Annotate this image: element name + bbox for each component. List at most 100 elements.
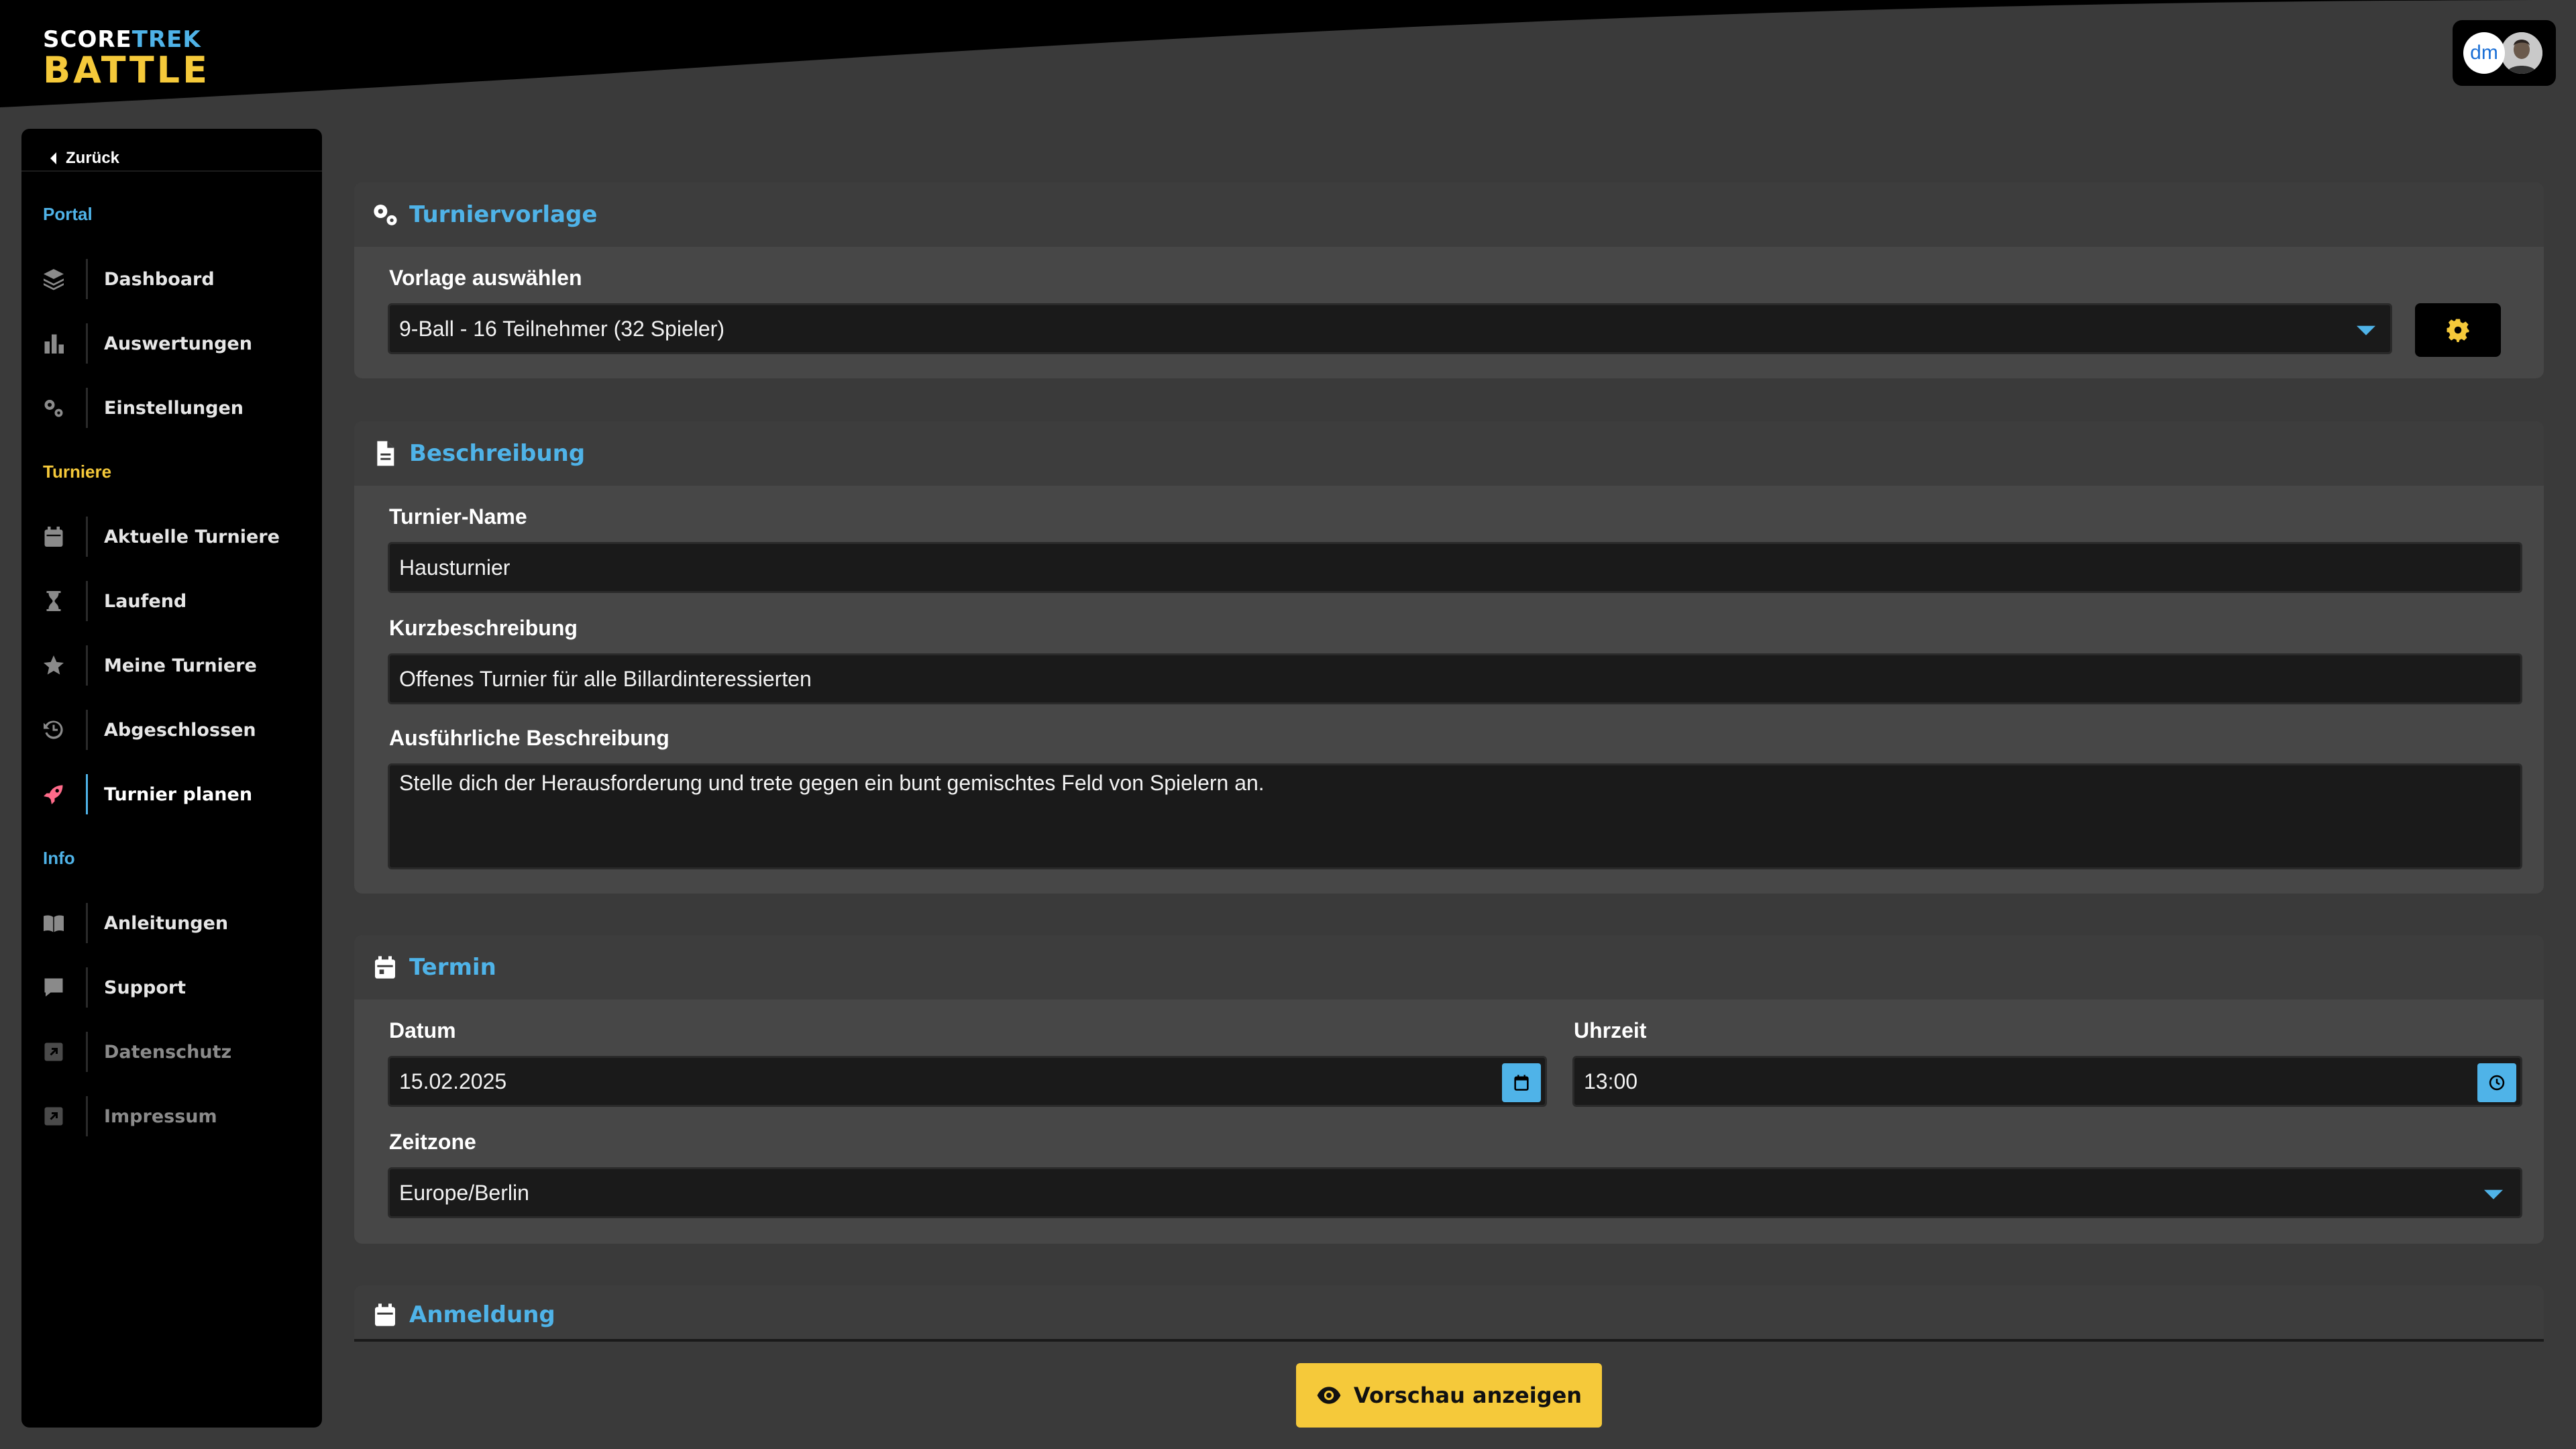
brand-avatar: dm	[2463, 32, 2505, 74]
sidebar-item-label: Meine Turniere	[104, 655, 257, 676]
sidebar-item-label: Support	[104, 977, 186, 998]
hourglass-icon	[21, 574, 86, 628]
cogs-icon	[374, 205, 397, 225]
datum-input[interactable]: 15.02.2025	[388, 1056, 1547, 1107]
sidebar-item-datenschutz[interactable]: Datenschutz	[21, 1025, 322, 1079]
sidebar: Zurück Portal Dashboard Auswertungen Ein…	[21, 129, 322, 1428]
turniervorlage-card: Turniervorlage Vorlage auswählen 9-Ball …	[354, 182, 2544, 378]
footer-divider	[354, 1339, 2544, 1342]
sidebar-item-support[interactable]: Support	[21, 961, 322, 1014]
kurzbeschreibung-value: Offenes Turnier für alle Billardinteress…	[399, 666, 812, 691]
sidebar-item-label: Aktuelle Turniere	[104, 526, 280, 547]
cogs-icon	[21, 381, 86, 435]
calendar-icon	[375, 956, 395, 979]
uhrzeit-label: Uhrzeit	[1574, 1018, 1647, 1042]
gear-icon	[2447, 319, 2469, 342]
turnier-name-label: Turnier-Name	[389, 504, 527, 529]
ausfuehrliche-beschreibung-textarea[interactable]: Stelle dich der Herausforderung und tret…	[388, 763, 2522, 869]
external-link-icon	[21, 1025, 86, 1079]
star-icon	[21, 639, 86, 692]
sidebar-item-anleitungen[interactable]: Anleitungen	[21, 896, 322, 950]
zeitzone-value: Europe/Berlin	[399, 1180, 529, 1205]
beschreibung-title: Beschreibung	[409, 440, 586, 467]
preview-button-label: Vorschau anzeigen	[1353, 1383, 1582, 1408]
datum-value: 15.02.2025	[399, 1069, 507, 1093]
logo-text-battle: BATTLE	[43, 49, 210, 91]
zeitzone-label: Zeitzone	[389, 1130, 476, 1154]
chevron-down-icon	[2484, 1189, 2503, 1199]
account-menu[interactable]: dm	[2453, 20, 2556, 86]
ausfuehrliche-beschreibung-label: Ausführliche Beschreibung	[389, 726, 669, 750]
beschreibung-card: Beschreibung Turnier-Name Hausturnier Ku…	[354, 421, 2544, 894]
sidebar-item-label: Turnier planen	[104, 784, 253, 805]
sidebar-item-label: Einstellungen	[104, 397, 244, 419]
layers-icon	[21, 252, 86, 306]
back-link-label: Zurück	[66, 149, 120, 167]
beschreibung-header: Beschreibung	[354, 421, 2544, 486]
preview-button[interactable]: Vorschau anzeigen	[1296, 1363, 1602, 1428]
sidebar-section-info: Info	[43, 848, 75, 868]
anmeldung-header: Anmeldung	[354, 1285, 2544, 1339]
rocket-icon	[21, 767, 86, 821]
anmeldung-card: Anmeldung	[354, 1285, 2544, 1339]
vorlage-select-value: 9-Ball - 16 Teilnehmer (32 Spieler)	[399, 316, 724, 341]
turniervorlage-header: Turniervorlage	[354, 182, 2544, 247]
termin-header: Termin	[354, 935, 2544, 1000]
time-picker-button[interactable]	[2477, 1063, 2516, 1102]
sidebar-section-turniere: Turniere	[43, 462, 112, 482]
user-avatar	[2501, 32, 2542, 74]
sidebar-item-impressum[interactable]: Impressum	[21, 1089, 322, 1143]
sidebar-item-label: Datenschutz	[104, 1041, 232, 1063]
sidebar-item-dashboard[interactable]: Dashboard	[21, 252, 322, 306]
vorlage-select[interactable]: 9-Ball - 16 Teilnehmer (32 Spieler)	[388, 303, 2392, 354]
chevron-down-icon	[2357, 325, 2375, 335]
bar-chart-icon	[21, 317, 86, 370]
calendar-picker-button[interactable]	[1502, 1063, 1541, 1102]
zeitzone-select[interactable]: Europe/Berlin	[388, 1167, 2522, 1218]
calendar-icon	[375, 1303, 395, 1326]
user-photo-icon	[2501, 32, 2542, 74]
turnier-name-input[interactable]: Hausturnier	[388, 542, 2522, 593]
turniervorlage-title: Turniervorlage	[409, 201, 598, 228]
kurzbeschreibung-input[interactable]: Offenes Turnier für alle Billardinteress…	[388, 653, 2522, 704]
caret-left-icon	[50, 152, 56, 164]
sidebar-item-label: Impressum	[104, 1106, 217, 1127]
sidebar-item-abgeschlossen[interactable]: Abgeschlossen	[21, 703, 322, 757]
external-link-icon	[21, 1089, 86, 1143]
clock-icon	[2489, 1075, 2505, 1091]
book-icon	[21, 896, 86, 950]
sidebar-item-label: Abgeschlossen	[104, 719, 256, 741]
ausfuehrliche-beschreibung-value: Stelle dich der Herausforderung und tret…	[399, 771, 1265, 795]
app-logo[interactable]: SCORETREK BATTLE	[43, 28, 210, 89]
termin-title: Termin	[409, 954, 496, 981]
termin-card: Termin Datum 15.02.2025 Uhrzeit 13:00 Ze…	[354, 935, 2544, 1244]
eye-icon	[1317, 1387, 1341, 1404]
calendar-small-icon	[1514, 1075, 1529, 1091]
header-background	[0, 0, 2576, 107]
uhrzeit-value: 13:00	[1584, 1069, 1638, 1093]
sidebar-item-label: Anleitungen	[104, 912, 229, 934]
sidebar-section-portal: Portal	[43, 204, 93, 224]
comment-icon	[21, 961, 86, 1014]
brand-avatar-text: dm	[2470, 42, 2498, 64]
sidebar-item-label: Auswertungen	[104, 333, 252, 354]
sidebar-item-laufend[interactable]: Laufend	[21, 574, 322, 628]
calendar-icon	[21, 510, 86, 564]
datum-label: Datum	[389, 1018, 456, 1042]
uhrzeit-input[interactable]: 13:00	[1572, 1056, 2522, 1107]
sidebar-item-turnier-planen[interactable]: Turnier planen	[21, 767, 322, 821]
sidebar-item-meine-turniere[interactable]: Meine Turniere	[21, 639, 322, 692]
turnier-name-value: Hausturnier	[399, 555, 511, 580]
history-icon	[21, 703, 86, 757]
kurzbeschreibung-label: Kurzbeschreibung	[389, 616, 578, 640]
template-settings-button[interactable]	[2415, 303, 2501, 357]
sidebar-item-label: Dashboard	[104, 268, 215, 290]
sidebar-item-auswertungen[interactable]: Auswertungen	[21, 317, 322, 370]
sidebar-item-aktuelle-turniere[interactable]: Aktuelle Turniere	[21, 510, 322, 564]
sidebar-item-einstellungen[interactable]: Einstellungen	[21, 381, 322, 435]
file-icon	[377, 441, 394, 466]
sidebar-divider	[21, 170, 322, 172]
vorlage-label: Vorlage auswählen	[389, 266, 582, 290]
sidebar-item-label: Laufend	[104, 590, 187, 612]
anmeldung-title: Anmeldung	[409, 1301, 555, 1328]
